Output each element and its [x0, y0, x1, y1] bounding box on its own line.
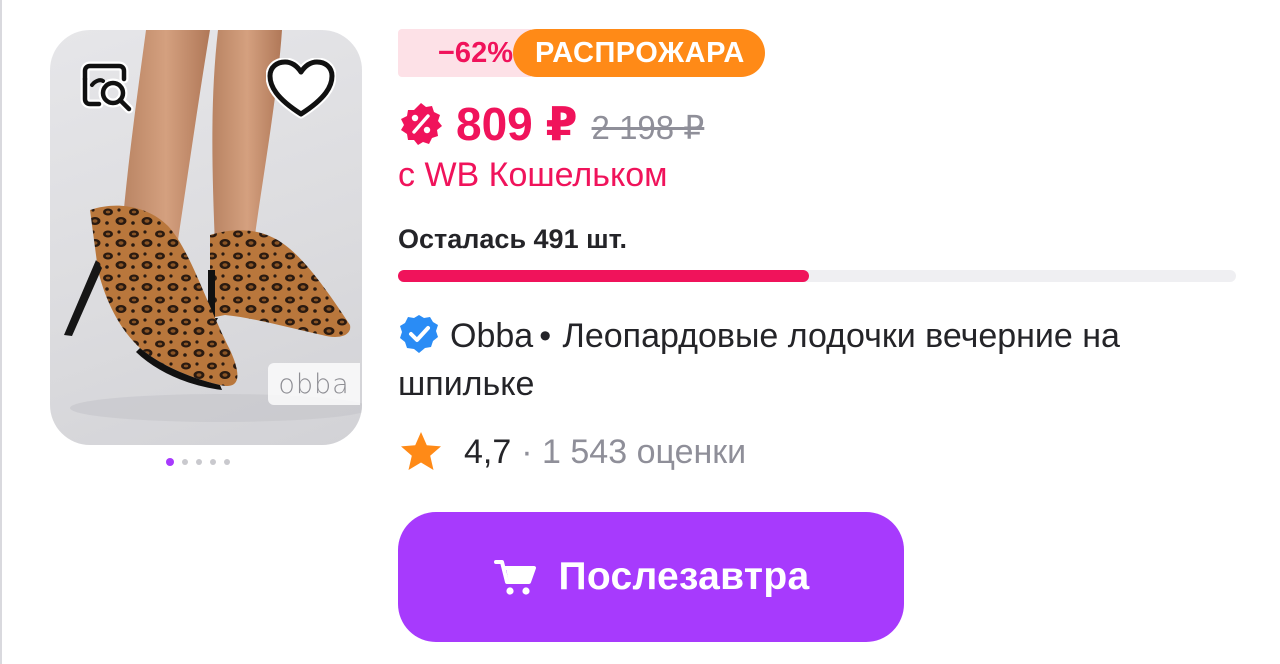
discount-badge: −62%	[398, 29, 531, 77]
rating-value: 4,7	[464, 432, 512, 471]
stock-progress-fill	[398, 270, 809, 282]
title-separator: •	[539, 317, 552, 355]
product-image[interactable]: obba	[50, 30, 362, 445]
current-price: 809 ₽	[456, 98, 578, 150]
product-title[interactable]: Obba • Леопардовые лодочки вечерние на шп…	[398, 312, 1258, 408]
carousel-dot[interactable]	[210, 459, 216, 465]
sale-label-badge: РАСПРОЖАРА	[512, 29, 765, 77]
add-to-cart-button[interactable]: Послезавтра	[398, 512, 904, 642]
carousel-dot[interactable]	[182, 459, 188, 465]
wallet-price-note: с WB Кошельком	[398, 156, 668, 194]
carousel-dot[interactable]	[224, 459, 230, 465]
carousel-dot[interactable]	[166, 458, 174, 466]
brand-name[interactable]: Obba	[450, 317, 533, 355]
stock-progress-bar	[398, 270, 1236, 282]
carousel-dot[interactable]	[196, 459, 202, 465]
search-similar-icon	[80, 61, 134, 114]
reviews-count: 1 543 оценки	[542, 432, 747, 471]
old-price: 2 198 ₽	[591, 108, 705, 146]
rating-row: 4,7 · 1 543 оценки	[398, 428, 746, 476]
stock-remaining-label: Осталась 491 шт.	[398, 224, 627, 254]
reviews-count-link[interactable]: · 1 543 оценки	[521, 433, 746, 472]
left-edge-divider	[0, 0, 2, 664]
star-icon	[401, 432, 441, 470]
cart-icon	[493, 560, 536, 595]
add-to-wishlist-button[interactable]	[264, 56, 338, 122]
find-similar-button[interactable]	[74, 56, 138, 120]
cart-button-label: Послезавтра	[558, 555, 810, 598]
verified-check-icon	[400, 315, 438, 353]
brand-watermark: obba	[268, 363, 360, 405]
rating-separator: ·	[521, 432, 533, 471]
discount-percent-icon	[401, 103, 442, 145]
price-row: 809 ₽ 2 198 ₽	[398, 96, 704, 152]
image-carousel-dots	[166, 458, 230, 466]
sale-badge: −62% РАСПРОЖАРА	[398, 29, 765, 77]
heart-icon	[266, 58, 336, 119]
